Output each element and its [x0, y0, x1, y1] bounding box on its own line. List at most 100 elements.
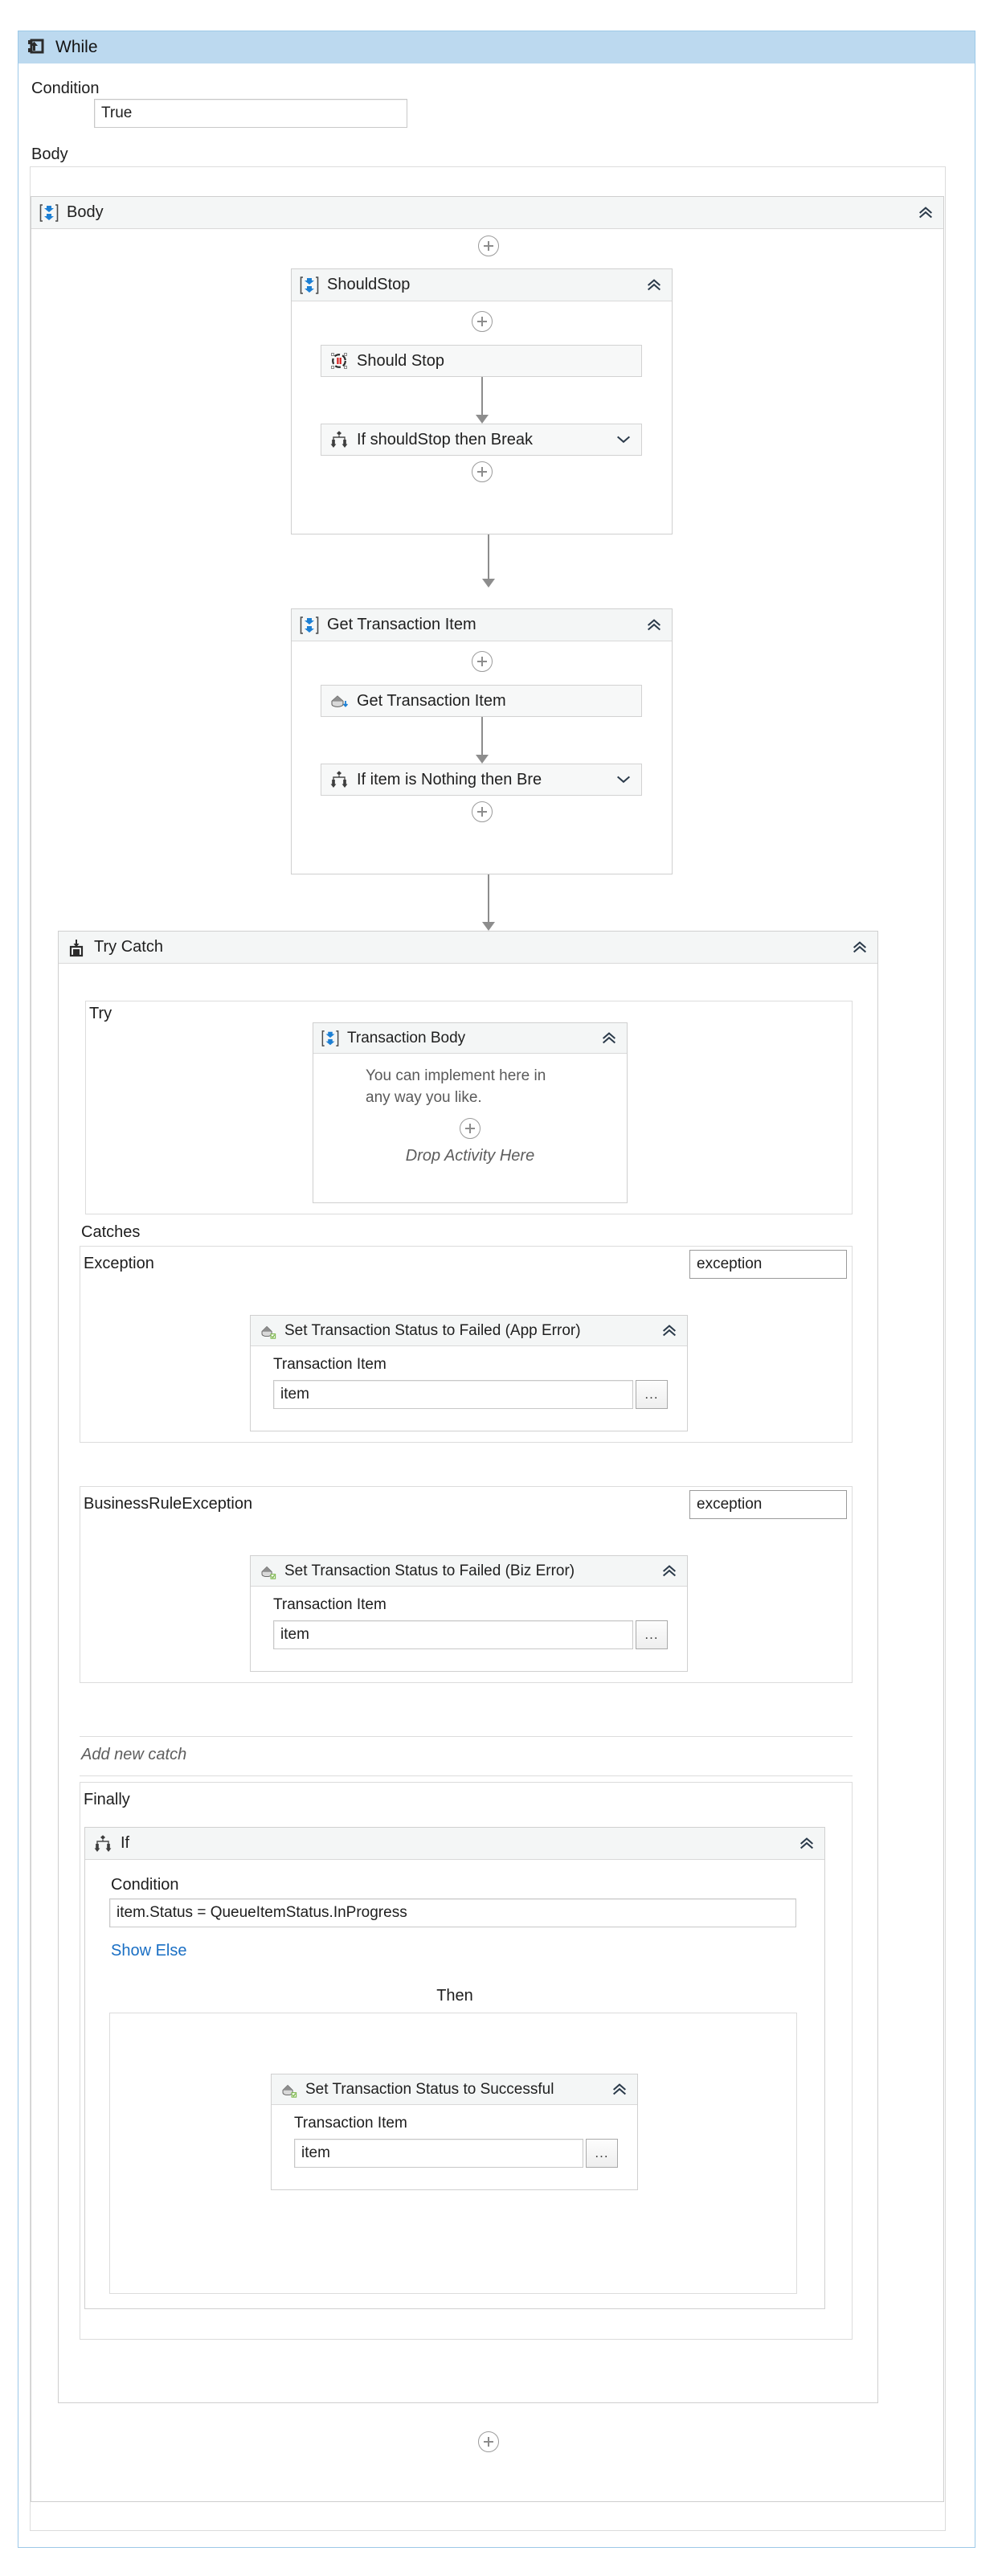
- browse-button-0[interactable]: ...: [636, 1380, 668, 1409]
- catches-label: Catches: [81, 1223, 141, 1241]
- try-label: Try: [89, 1005, 112, 1022]
- set-status-app-error-header[interactable]: Set Transaction Status to Failed (App Er…: [251, 1316, 687, 1346]
- add-activity-button-transaction-body[interactable]: [460, 1118, 481, 1139]
- shouldstop-header[interactable]: ShouldStop: [292, 269, 672, 301]
- while-condition-input[interactable]: True: [94, 99, 407, 128]
- shouldstop-sequence[interactable]: ShouldStop Should Stop If shouldStop the…: [291, 268, 673, 534]
- sequence-icon: [39, 203, 59, 222]
- add-activity-button-shouldstop-top[interactable]: [471, 311, 493, 332]
- transaction-body-header[interactable]: Transaction Body: [313, 1023, 627, 1054]
- transaction-body-title: Transaction Body: [347, 1029, 466, 1046]
- body-label: Body: [31, 145, 68, 163]
- set-transaction-status-icon: [261, 1566, 276, 1579]
- if-activity[interactable]: If Condition item.Status = QueueItemStat…: [84, 1827, 825, 2309]
- collapse-chevron-up-icon[interactable]: [644, 276, 664, 294]
- flow-arrow-icon: [475, 415, 489, 424]
- try-catch-title: Try Catch: [94, 938, 163, 956]
- body-sequence[interactable]: Body ShouldStop Should Stop If shouldSto…: [31, 196, 944, 2502]
- collapse-chevron-up-icon[interactable]: [916, 204, 935, 222]
- expand-chevron-down-icon[interactable]: [614, 771, 633, 788]
- set-transaction-status-failed-biz-error-activity[interactable]: Set Transaction Status to Failed (Biz Er…: [250, 1555, 688, 1672]
- set-transaction-status-successful-activity[interactable]: Set Transaction Status to Successful Tra…: [271, 2074, 638, 2190]
- should-stop-activity-title: Should Stop: [357, 351, 444, 370]
- transaction-item-label-2: Transaction Item: [294, 2115, 407, 2132]
- if-condition-value: item.Status = QueueItemStatus.InProgress: [117, 1904, 407, 1921]
- catch-exception-type-0: Exception: [84, 1255, 154, 1272]
- if-activity-title: If: [121, 1834, 130, 1852]
- get-transaction-item-header[interactable]: Get Transaction Item: [292, 609, 672, 641]
- transaction-item-value-0: item: [280, 1386, 309, 1403]
- collapse-chevron-up-icon[interactable]: [610, 2081, 629, 2099]
- catch-row-1[interactable]: BusinessRuleException exception Set Tran…: [80, 1486, 853, 1683]
- if-shouldstop-then-break-activity[interactable]: If shouldStop then Break: [321, 424, 642, 456]
- catch-exception-variable-1: exception: [697, 1496, 763, 1513]
- show-else-link[interactable]: Show Else: [111, 1942, 187, 1960]
- collapse-chevron-up-icon[interactable]: [797, 1835, 816, 1853]
- transaction-item-input-2[interactable]: item: [294, 2139, 583, 2168]
- if-condition-input[interactable]: item.Status = QueueItemStatus.InProgress: [109, 1898, 796, 1927]
- collapse-chevron-up-icon[interactable]: [850, 939, 869, 956]
- transaction-item-input-0[interactable]: item: [273, 1380, 633, 1409]
- add-activity-button-gti-bottom[interactable]: [471, 801, 493, 822]
- transaction-item-label-1: Transaction Item: [273, 1596, 386, 1613]
- try-catch-activity[interactable]: Try Catch Try Transaction Body You can i…: [58, 931, 878, 2403]
- while-activity[interactable]: While Condition True Body Body ShouldSto…: [18, 31, 975, 2548]
- body-drop-frame[interactable]: Body ShouldStop Should Stop If shouldSto…: [30, 166, 946, 2531]
- browse-button-2[interactable]: ...: [586, 2139, 618, 2168]
- finally-section[interactable]: Finally If Condition item.Status = Queue…: [80, 1782, 853, 2340]
- if-condition-label: Condition: [111, 1876, 179, 1894]
- set-status-app-error-title: Set Transaction Status to Failed (App Er…: [284, 1321, 581, 1339]
- transaction-item-value-1: item: [280, 1626, 309, 1643]
- set-status-biz-error-title: Set Transaction Status to Failed (Biz Er…: [284, 1562, 575, 1579]
- flow-arrow-icon: [475, 755, 489, 764]
- body-sequence-header[interactable]: Body: [31, 197, 943, 229]
- collapse-chevron-up-icon[interactable]: [660, 1322, 679, 1340]
- while-title: While: [55, 38, 98, 56]
- collapse-chevron-up-icon[interactable]: [644, 616, 664, 634]
- catch-exception-variable-input-0[interactable]: exception: [689, 1250, 847, 1279]
- transaction-item-input-1[interactable]: item: [273, 1620, 633, 1649]
- flow-decision-icon: [330, 431, 348, 448]
- if-item-is-nothing-title: If item is Nothing then Bre: [357, 770, 542, 788]
- while-condition-value: True: [101, 104, 133, 121]
- then-label: Then: [436, 1987, 473, 2005]
- flow-decision-icon: [330, 771, 348, 788]
- transaction-body-hint-line1: You can implement here in: [366, 1067, 546, 1084]
- collapse-chevron-up-icon[interactable]: [660, 1562, 679, 1580]
- try-section[interactable]: Try Transaction Body You can implement h…: [85, 1001, 853, 1214]
- set-transaction-status-icon: [282, 2084, 297, 2098]
- add-activity-button-body-bottom[interactable]: [477, 2431, 499, 2452]
- catch-row-0[interactable]: Exception exception Set Transaction Stat…: [80, 1246, 853, 1443]
- should-stop-icon: [331, 353, 347, 369]
- set-transaction-status-icon: [261, 1325, 276, 1339]
- sequence-icon: [300, 276, 319, 294]
- transaction-body-sequence[interactable]: Transaction Body You can implement here …: [313, 1022, 628, 1203]
- while-header[interactable]: While: [18, 31, 975, 63]
- while-loop-icon: [28, 39, 44, 54]
- if-activity-header[interactable]: If: [85, 1828, 824, 1860]
- catch-exception-variable-input-1[interactable]: exception: [689, 1490, 847, 1519]
- sequence-icon: [300, 616, 319, 634]
- expand-chevron-down-icon[interactable]: [614, 431, 633, 448]
- workflow-designer-canvas: While Condition True Body Body ShouldSto…: [0, 0, 1006, 2576]
- add-activity-button-body-top[interactable]: [477, 235, 499, 256]
- add-new-catch-button[interactable]: Add new catch: [81, 1746, 186, 1764]
- if-item-is-nothing-activity[interactable]: If item is Nothing then Bre: [321, 764, 642, 796]
- browse-button-1[interactable]: ...: [636, 1620, 668, 1649]
- add-activity-button-shouldstop-bottom[interactable]: [471, 461, 493, 482]
- catch-exception-variable-0: exception: [697, 1255, 763, 1272]
- should-stop-activity[interactable]: Should Stop: [321, 345, 642, 377]
- set-status-biz-error-header[interactable]: Set Transaction Status to Failed (Biz Er…: [251, 1556, 687, 1587]
- set-transaction-status-failed-app-error-activity[interactable]: Set Transaction Status to Failed (App Er…: [250, 1315, 688, 1431]
- flow-arrow-icon: [481, 579, 495, 588]
- add-activity-button-gti-top[interactable]: [471, 651, 493, 672]
- get-transaction-item-activity[interactable]: Get Transaction Item: [321, 685, 642, 717]
- if-shouldstop-title: If shouldStop then Break: [357, 430, 534, 448]
- flow-arrow-icon: [481, 922, 495, 931]
- flow-decision-icon: [94, 1834, 112, 1852]
- then-branch-frame[interactable]: Set Transaction Status to Successful Tra…: [109, 2013, 797, 2294]
- get-transaction-item-sequence[interactable]: Get Transaction Item Get Transaction Ite…: [291, 608, 673, 874]
- set-status-successful-header[interactable]: Set Transaction Status to Successful: [272, 2074, 637, 2105]
- collapse-chevron-up-icon[interactable]: [599, 1030, 619, 1047]
- try-catch-header[interactable]: Try Catch: [59, 932, 877, 964]
